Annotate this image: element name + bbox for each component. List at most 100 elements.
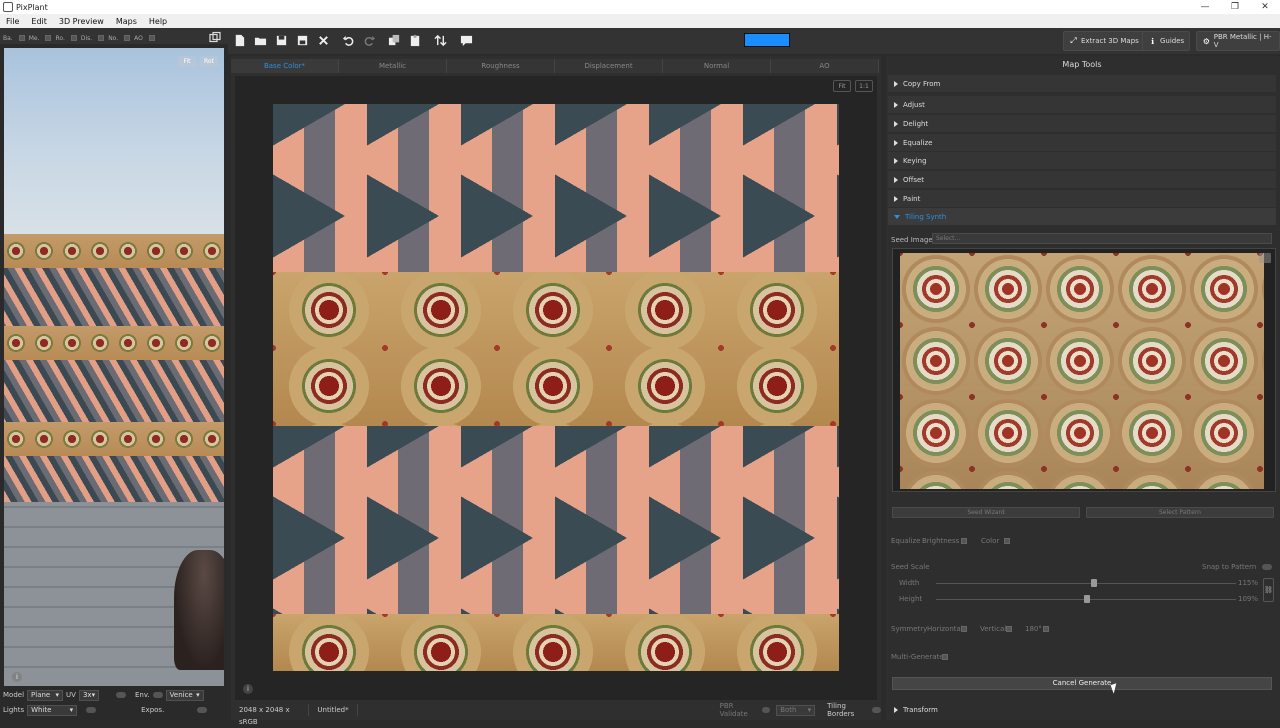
file-name-status: Untitled* xyxy=(309,704,358,716)
toggle-ao-checkbox[interactable] xyxy=(148,35,155,41)
toggle-ao[interactable]: AO xyxy=(134,35,143,42)
tab-normal[interactable]: Normal xyxy=(663,59,771,73)
menu-edit[interactable]: Edit xyxy=(25,17,53,26)
save-icon[interactable] xyxy=(273,32,290,49)
toggle-displacement-checkbox[interactable] xyxy=(98,35,105,41)
cancel-generate-button[interactable]: Cancel Generate xyxy=(892,677,1272,690)
new-file-icon[interactable] xyxy=(231,32,248,49)
toggle-metallic-checkbox[interactable] xyxy=(45,35,52,41)
seed-image-select[interactable]: Select... xyxy=(932,233,1272,244)
select-pattern-button[interactable]: Select Pattern xyxy=(1086,507,1274,518)
menu-file[interactable]: File xyxy=(0,17,25,26)
pbr-validate-mode-value: Both xyxy=(780,706,797,714)
height-slider-handle[interactable] xyxy=(1084,595,1090,603)
guides-button[interactable]: ℹ Guides xyxy=(1142,31,1191,51)
minimize-button[interactable]: — xyxy=(1190,0,1220,14)
uv-select-value: 3x xyxy=(82,691,92,699)
section-label: Copy From xyxy=(903,79,941,88)
section-adjust[interactable]: Adjust xyxy=(888,96,1276,113)
pbr-metallic-button[interactable]: ⚙ PBR Metallic | H-V xyxy=(1196,31,1280,51)
section-tiling-synth[interactable]: Tiling Synth xyxy=(888,208,1276,225)
uv-toggle[interactable] xyxy=(115,692,126,698)
open-folder-icon[interactable] xyxy=(252,32,269,49)
canvas-fit-button[interactable]: Fit xyxy=(833,80,851,92)
brightness-checkbox[interactable] xyxy=(961,538,967,544)
width-slider-handle[interactable] xyxy=(1091,579,1097,587)
toggle-base-checkbox[interactable] xyxy=(18,35,25,41)
save-as-icon[interactable] xyxy=(294,32,311,49)
toggle-base[interactable]: Ba. xyxy=(3,35,13,42)
section-label: Adjust xyxy=(903,100,925,109)
title-bar: PixPlant — ❐ ✕ xyxy=(0,0,1280,14)
uv-select[interactable]: 3x ▾ xyxy=(78,689,99,701)
3d-preview-viewport[interactable]: Fit Rot i xyxy=(4,48,224,686)
link-aspect-icon[interactable]: ⛓ xyxy=(1263,578,1274,602)
copy-icon[interactable] xyxy=(386,32,403,49)
toggle-normal[interactable]: No. xyxy=(108,35,118,42)
seed-wizard-button[interactable]: Seed Wizard xyxy=(892,507,1080,518)
comment-icon[interactable] xyxy=(458,32,475,49)
toggle-displacement[interactable]: Dis. xyxy=(81,35,92,42)
horizontal-checkbox[interactable] xyxy=(961,626,967,632)
section-paint[interactable]: Paint xyxy=(888,190,1276,207)
tab-displacement[interactable]: Displacement xyxy=(555,59,663,73)
vertical-checkbox[interactable] xyxy=(1006,626,1012,632)
canvas-info-icon[interactable]: i xyxy=(243,684,253,694)
menu-help[interactable]: Help xyxy=(143,17,173,26)
preview-sky xyxy=(4,48,224,234)
undo-icon[interactable] xyxy=(340,32,357,49)
tab-ao[interactable]: AO xyxy=(771,59,879,73)
snap-to-pattern-toggle[interactable] xyxy=(1262,564,1272,570)
color-checkbox[interactable] xyxy=(1004,538,1010,544)
toggle-normal-checkbox[interactable] xyxy=(124,35,131,41)
section-offset[interactable]: Offset xyxy=(888,171,1276,188)
seed-image-options-icon[interactable] xyxy=(1259,253,1271,263)
menu-maps[interactable]: Maps xyxy=(110,17,143,26)
detach-preview-icon[interactable] xyxy=(209,31,221,43)
section-copy-from[interactable]: Copy From xyxy=(888,75,1276,92)
lights-toggle[interactable] xyxy=(86,707,97,713)
preview-info-icon[interactable]: i xyxy=(12,672,22,682)
toggle-roughness[interactable]: Ro. xyxy=(55,35,64,42)
swap-icon[interactable] xyxy=(432,32,449,49)
tab-roughness[interactable]: Roughness xyxy=(447,59,555,73)
preview-settings: Model Plane ▾ UV 3x ▾ Env. Venice ▾ Lights … xyxy=(0,686,228,720)
close-file-icon[interactable] xyxy=(315,32,332,49)
toggle-roughness-checkbox[interactable] xyxy=(70,35,77,41)
lights-select[interactable]: White ▾ xyxy=(27,704,78,716)
section-delight[interactable]: Delight xyxy=(888,115,1276,132)
seed-scale-label: Seed Scale xyxy=(891,563,930,571)
extract-3d-maps-button[interactable]: ⤢ Extract 3D Maps xyxy=(1063,31,1145,51)
seed-image-preview[interactable] xyxy=(892,248,1276,492)
redo-icon[interactable] xyxy=(361,32,378,49)
preview-rotate-button[interactable]: Rot xyxy=(200,56,218,67)
env-label: Env. xyxy=(134,691,150,699)
lights-label: Lights xyxy=(3,706,25,714)
tab-base-color[interactable]: Base Color* xyxy=(231,59,339,73)
canvas-one-to-one-button[interactable]: 1:1 xyxy=(855,80,873,92)
exposure-slider[interactable] xyxy=(197,707,208,713)
preview-fit-button[interactable]: Fit xyxy=(178,56,196,67)
env-select[interactable]: Venice ▾ xyxy=(165,689,204,701)
section-label: Equalize xyxy=(903,138,933,147)
texture-canvas[interactable]: Fit 1:1 i xyxy=(235,76,877,700)
model-select[interactable]: Plane ▾ xyxy=(27,689,64,701)
tiling-borders-toggle[interactable] xyxy=(872,707,881,713)
rotate-180-checkbox[interactable] xyxy=(1043,626,1049,632)
env-toggle[interactable] xyxy=(152,692,163,698)
info-book-icon: ℹ xyxy=(1150,36,1155,46)
close-button[interactable]: ✕ xyxy=(1250,0,1280,14)
section-transform[interactable]: Transform xyxy=(888,701,1276,718)
pbr-validate-mode-select[interactable]: Both ▾ xyxy=(776,704,816,716)
multi-generate-checkbox[interactable] xyxy=(942,654,948,660)
pbr-validate-toggle[interactable] xyxy=(761,707,771,713)
width-slider-track[interactable] xyxy=(936,583,1236,584)
tab-metallic[interactable]: Metallic xyxy=(339,59,447,73)
toggle-metallic[interactable]: Me. xyxy=(29,35,40,42)
section-equalize[interactable]: Equalize xyxy=(888,134,1276,151)
restore-button[interactable]: ❐ xyxy=(1220,0,1250,14)
menu-3d-preview[interactable]: 3D Preview xyxy=(53,17,110,26)
section-keying[interactable]: Keying xyxy=(888,152,1276,169)
menu-bar: File Edit 3D Preview Maps Help xyxy=(0,14,1280,28)
paste-icon[interactable] xyxy=(407,32,424,49)
